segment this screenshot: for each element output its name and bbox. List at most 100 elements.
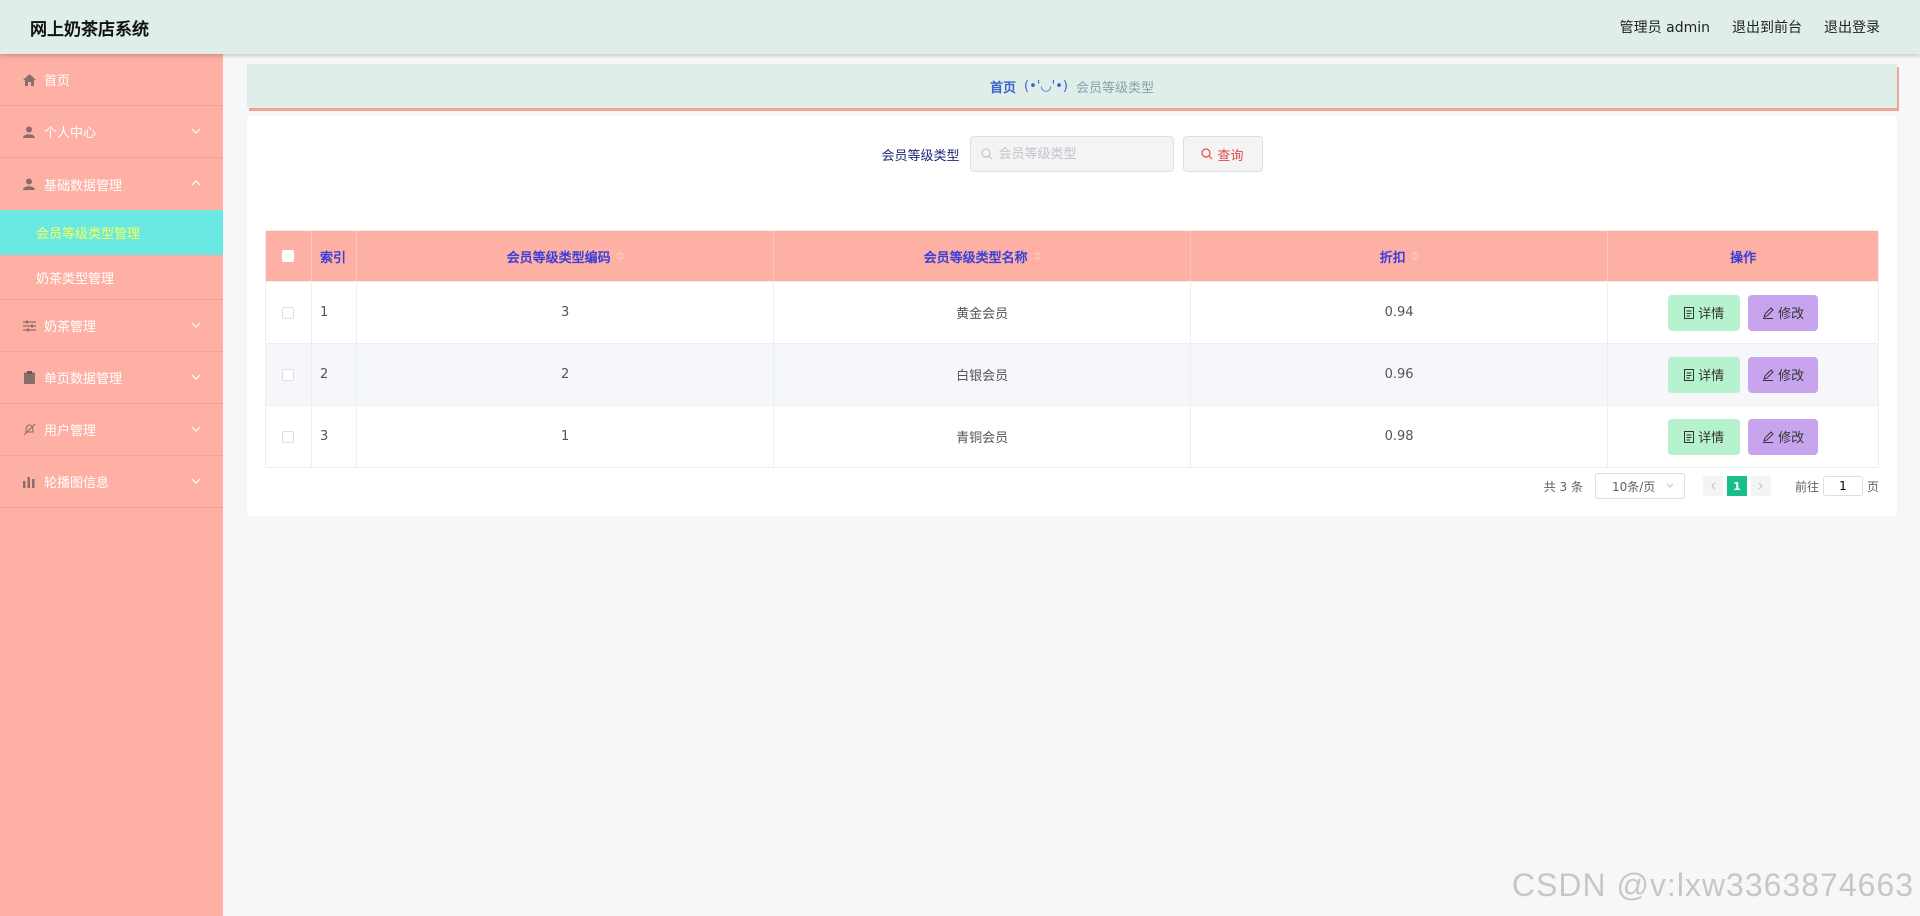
- select-all-checkbox[interactable]: [282, 250, 295, 262]
- cell-discount: 0.98: [1191, 406, 1609, 467]
- header-code[interactable]: 会员等级类型编码: [357, 231, 775, 281]
- sort-icon[interactable]: [615, 251, 624, 261]
- table-header: 索引 会员等级类型编码 会员等级类型名称 折扣 操作: [266, 231, 1878, 281]
- pagination: 共 3 条 10条/页 1 前往 页: [1543, 473, 1879, 499]
- user-icon: [22, 125, 36, 139]
- header-discount-label: 折扣: [1379, 250, 1406, 266]
- page-size-select[interactable]: 10条/页: [1594, 473, 1685, 499]
- cell-discount: 0.94: [1191, 282, 1609, 343]
- prev-page-button[interactable]: [1702, 476, 1723, 496]
- detail-button[interactable]: 详情: [1668, 418, 1741, 455]
- edit-button[interactable]: 修改: [1748, 418, 1819, 455]
- search-icon: [980, 148, 992, 160]
- clipboard-icon: [22, 371, 36, 385]
- edit-button-label: 修改: [1778, 431, 1805, 446]
- top-header: 网上奶茶店系统 管理员 admin 退出到前台 退出登录: [0, 0, 1920, 54]
- sort-icon[interactable]: [1410, 251, 1419, 261]
- select-all-cell: [266, 231, 312, 281]
- detail-button[interactable]: 详情: [1668, 356, 1741, 393]
- top-links: 管理员 admin 退出到前台 退出登录: [1620, 17, 1880, 37]
- document-icon: [1684, 430, 1695, 443]
- member-level-table: 索引 会员等级类型编码 会员等级类型名称 折扣 操作 1 3 黄金会员 0.94…: [265, 230, 1879, 468]
- sidebar-item-label: 基础数据管理: [44, 178, 123, 194]
- edit-button[interactable]: 修改: [1748, 356, 1819, 393]
- detail-button-label: 详情: [1698, 369, 1725, 384]
- cell-code: 1: [357, 406, 775, 467]
- sidebar-item-label: 用户管理: [44, 424, 97, 439]
- detail-button-label: 详情: [1698, 307, 1725, 322]
- query-button[interactable]: 查询: [1182, 136, 1263, 172]
- breadcrumb-separator: (•'◡'•): [1024, 78, 1068, 94]
- pencil-icon: [1763, 430, 1774, 443]
- sidebar-subitem-tea-type[interactable]: 奶茶类型管理: [0, 255, 223, 300]
- row-check-cell: [266, 282, 312, 343]
- sidebar-item-users[interactable]: 用户管理: [0, 404, 223, 456]
- goto-suffix: 页: [1866, 479, 1879, 494]
- bar-chart-icon: [22, 475, 36, 489]
- edit-button[interactable]: 修改: [1748, 294, 1819, 331]
- sidebar-item-basic-data[interactable]: 基础数据管理: [0, 158, 223, 210]
- header-index: 索引: [312, 231, 357, 281]
- cell-name: 青铜会员: [774, 406, 1191, 467]
- search-icon: [1201, 148, 1213, 160]
- cell-code: 3: [357, 282, 775, 343]
- sidebar-item-milk-tea[interactable]: 奶茶管理: [0, 300, 223, 352]
- pagination-total: 共 3 条: [1543, 479, 1583, 494]
- edit-button-label: 修改: [1778, 307, 1805, 322]
- goto-input[interactable]: [1822, 476, 1863, 496]
- search-field[interactable]: [969, 136, 1174, 172]
- page-size-value: 10条/页: [1611, 479, 1656, 494]
- goto-page: 前往 页: [1795, 476, 1879, 496]
- document-icon: [1684, 368, 1695, 381]
- next-page-button[interactable]: [1750, 476, 1771, 496]
- header-code-label: 会员等级类型编码: [506, 250, 611, 266]
- header-discount[interactable]: 折扣: [1191, 231, 1609, 281]
- page-number[interactable]: 1: [1726, 476, 1747, 496]
- header-name[interactable]: 会员等级类型名称: [774, 231, 1191, 281]
- sidebar-item-single-page[interactable]: 单页数据管理: [0, 352, 223, 404]
- pencil-icon: [1763, 368, 1774, 381]
- sidebar-item-personal-center[interactable]: 个人中心: [0, 106, 223, 158]
- breadcrumb-current: 会员等级类型: [1075, 80, 1154, 96]
- chevron-down-icon: [191, 426, 201, 432]
- sidebar-item-carousel[interactable]: 轮播图信息: [0, 456, 223, 508]
- user-icon: [22, 177, 36, 191]
- search-input[interactable]: [998, 146, 1169, 162]
- cell-ops: 详情 修改: [1608, 344, 1878, 405]
- sidebar-item-label: 奶茶管理: [44, 320, 97, 335]
- search-label: 会员等级类型: [881, 148, 960, 164]
- sidebar: 首页 个人中心 基础数据管理 会员等级类型管理 奶茶类型管理 奶茶管理 单页数据…: [0, 54, 223, 916]
- back-to-frontend-link[interactable]: 退出到前台: [1732, 17, 1802, 37]
- table-row: 2 2 白银会员 0.96 详情 修改: [266, 343, 1878, 405]
- query-button-label: 查询: [1217, 148, 1244, 164]
- sidebar-item-label: 首页: [44, 74, 71, 89]
- cell-ops: 详情 修改: [1608, 282, 1878, 343]
- goto-label: 前往: [1794, 479, 1819, 494]
- pencil-icon: [1763, 306, 1774, 319]
- sidebar-item-label: 单页数据管理: [44, 372, 123, 387]
- chevron-down-icon: [191, 374, 201, 380]
- row-checkbox[interactable]: [282, 368, 295, 381]
- watermark: CSDN @v:lxw3363874663: [1511, 867, 1914, 903]
- cell-name: 黄金会员: [774, 282, 1191, 343]
- logout-link[interactable]: 退出登录: [1824, 17, 1880, 37]
- document-icon: [1684, 306, 1695, 319]
- detail-button[interactable]: 详情: [1668, 294, 1741, 331]
- sidebar-item-home[interactable]: 首页: [0, 54, 223, 106]
- sidebar-subitem-member-level[interactable]: 会员等级类型管理: [0, 210, 223, 255]
- breadcrumb-home[interactable]: 首页: [990, 77, 1016, 96]
- chevron-down-icon: [1666, 483, 1674, 488]
- search-bar: 会员等级类型 查询: [247, 136, 1897, 172]
- home-icon: [22, 73, 36, 87]
- sliders-icon: [22, 319, 36, 333]
- sort-icon[interactable]: [1032, 251, 1041, 261]
- cell-index: 3: [312, 406, 357, 467]
- chevron-down-icon: [191, 478, 201, 484]
- cell-discount: 0.96: [1191, 344, 1609, 405]
- cell-code: 2: [357, 344, 775, 405]
- row-checkbox[interactable]: [282, 306, 295, 319]
- edit-button-label: 修改: [1778, 369, 1805, 384]
- content-panel: 会员等级类型 查询 索引 会员等级类型编码 会员等级类型名称 折扣 操作 1 3…: [247, 116, 1897, 516]
- row-checkbox[interactable]: [282, 430, 295, 443]
- breadcrumb: 首页 (•'◡'•) 会员等级类型: [247, 64, 1897, 108]
